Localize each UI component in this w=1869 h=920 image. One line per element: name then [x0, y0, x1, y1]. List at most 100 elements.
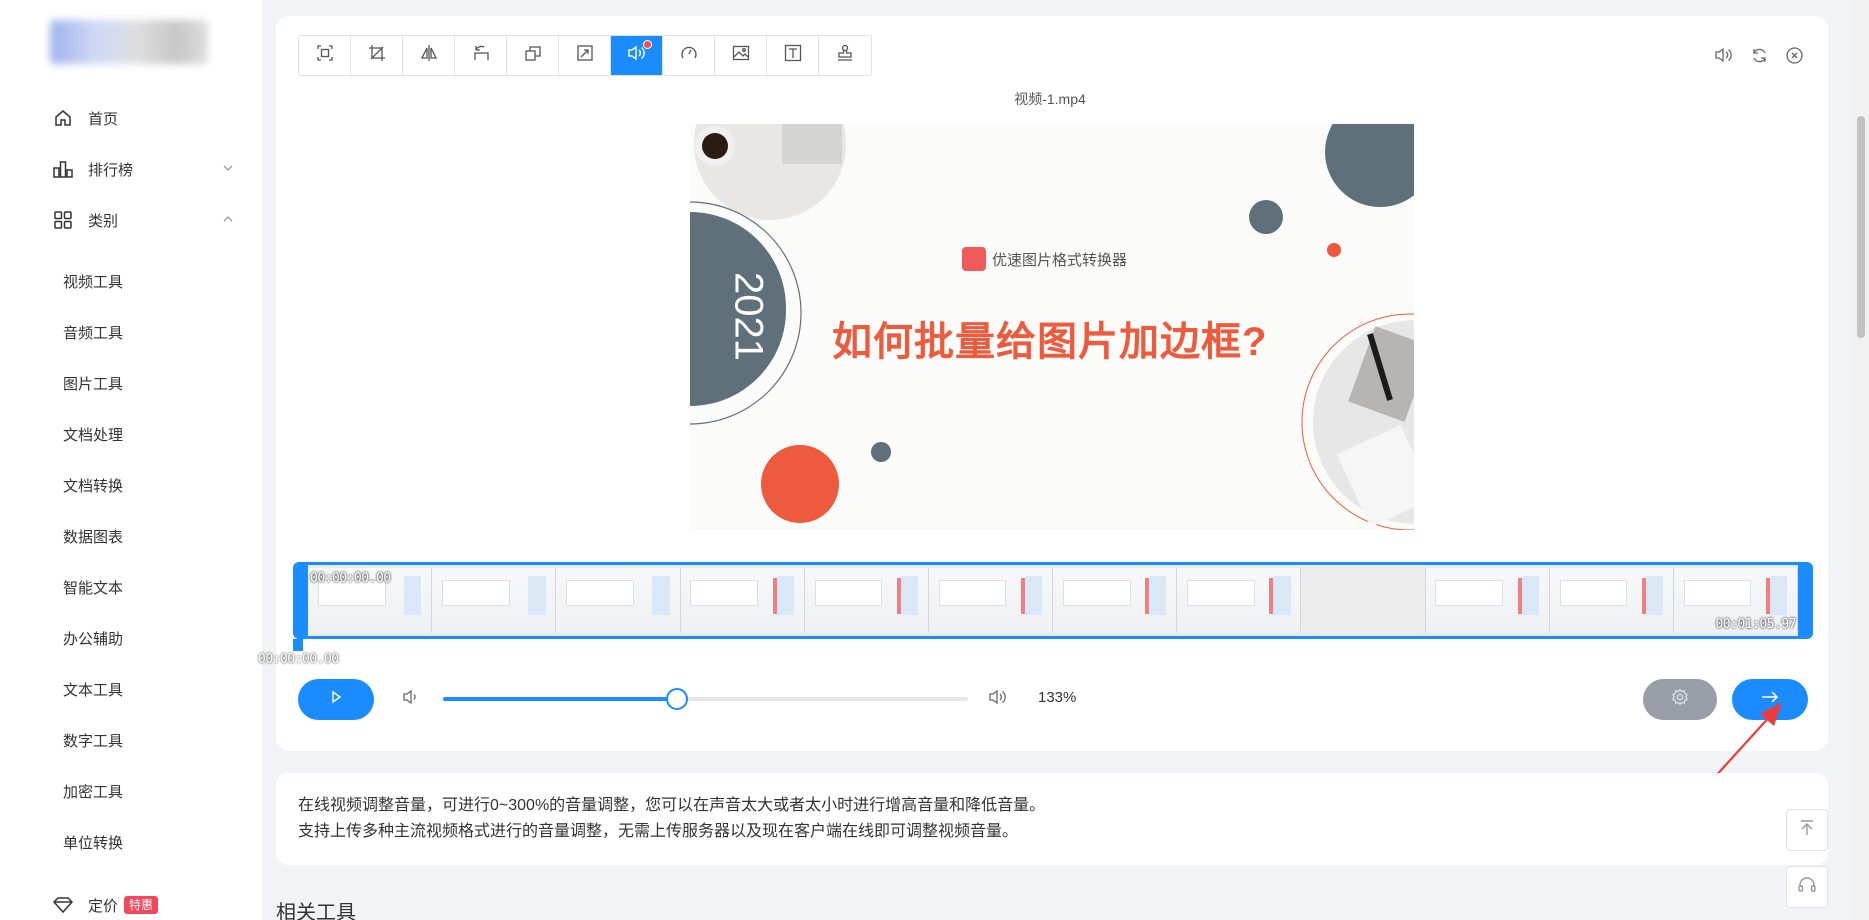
- crop-tool-button[interactable]: [299, 36, 351, 75]
- frame-accent: [1517, 577, 1522, 614]
- nav-pricing-label: 定价: [88, 897, 119, 915]
- refresh-icon[interactable]: [1750, 46, 1768, 64]
- headset-icon: [1797, 875, 1817, 900]
- flip-icon: [420, 44, 438, 67]
- flip-tool-button[interactable]: [403, 36, 455, 75]
- frame-accent: [1641, 577, 1646, 614]
- frame-thumbnail-panel: [776, 575, 794, 615]
- logo[interactable]: [50, 20, 208, 64]
- timeline-start-handle[interactable]: [296, 565, 308, 636]
- video-timeline[interactable]: 00:00:00.00 00:01:05.97: [293, 562, 1813, 639]
- frame-thumbnail-panel: [1521, 575, 1539, 615]
- timeline-end-time: 00:01:05.97: [1715, 617, 1796, 632]
- volume-high-icon[interactable]: [988, 688, 1008, 708]
- nav-ranking-label: 排行榜: [88, 161, 134, 179]
- category-item[interactable]: 文本工具: [63, 679, 123, 700]
- frame-thumbnail: [1435, 579, 1504, 606]
- nav-home-label: 首页: [88, 110, 119, 128]
- frame-thumbnail-panel: [1149, 575, 1167, 615]
- category-item[interactable]: 办公辅助: [63, 628, 123, 649]
- customer-service-button[interactable]: [1786, 866, 1828, 908]
- category-item[interactable]: 数字工具: [63, 730, 123, 751]
- duplicate-tool-button[interactable]: [507, 36, 559, 75]
- play-button[interactable]: [298, 679, 374, 720]
- sale-badge: 特惠: [124, 896, 159, 914]
- chevron-up-icon: [222, 212, 236, 226]
- frame-thumbnail-panel: [1273, 575, 1291, 615]
- category-item[interactable]: 文档转换: [63, 475, 123, 496]
- tool-description: 在线视频调整音量，可进行0~300%的音量调整，您可以在声音太大或者太小时进行增…: [276, 773, 1828, 865]
- frame-thumbnail-panel: [528, 575, 546, 615]
- timeline-frame: [556, 568, 681, 633]
- speed-icon: [680, 44, 698, 67]
- diamond-icon: [52, 894, 74, 916]
- timeline-frame: [680, 568, 805, 633]
- notification-dot: [643, 40, 652, 49]
- frame-accent: [1269, 577, 1274, 614]
- nav-categories-label: 类别: [88, 212, 119, 230]
- resize-tool-button[interactable]: [351, 36, 403, 75]
- timeline-start-time: 00:00:00.00: [310, 571, 391, 586]
- text-tool-button[interactable]: [767, 36, 819, 75]
- speed-tool-button[interactable]: [663, 36, 715, 75]
- category-item[interactable]: 加密工具: [63, 781, 123, 802]
- volume-low-icon[interactable]: [402, 688, 422, 708]
- frame-thumbnail: [1062, 579, 1131, 606]
- nav-pricing[interactable]: 定价 特惠: [52, 893, 159, 917]
- close-circle-icon[interactable]: [1785, 46, 1803, 64]
- volume-slider-fill: [443, 697, 677, 701]
- category-item[interactable]: 智能文本: [63, 577, 123, 598]
- slide-year: 2021: [726, 272, 771, 361]
- category-item[interactable]: 视频工具: [63, 271, 123, 292]
- volume-tool-button[interactable]: [611, 36, 663, 75]
- image-tool-button[interactable]: [715, 36, 767, 75]
- scale-tool-button[interactable]: [559, 36, 611, 75]
- timeline-frame: [1425, 568, 1550, 633]
- editor-toolbar: [298, 35, 872, 76]
- file-name: 视频-1.mp4: [1014, 91, 1086, 107]
- timeline-frame: [432, 568, 557, 633]
- playhead[interactable]: [293, 639, 303, 651]
- timeline-frame: [1053, 568, 1178, 633]
- timeline-frame: [804, 568, 929, 633]
- volume-slider[interactable]: [443, 688, 968, 710]
- back-to-top-button[interactable]: [1786, 809, 1828, 851]
- volume-icon[interactable]: [1715, 46, 1733, 64]
- nav-ranking[interactable]: 排行榜: [52, 157, 233, 181]
- timeline-frame: [1549, 568, 1674, 633]
- duplicate-icon: [524, 44, 542, 67]
- category-item[interactable]: 数据图表: [63, 526, 123, 547]
- frame-thumbnail-panel: [1769, 575, 1788, 615]
- timeline-frame: [1301, 568, 1426, 633]
- back-to-top-icon: [1798, 819, 1816, 842]
- frame-accent: [772, 577, 777, 614]
- scrollbar-thumb[interactable]: [1857, 116, 1865, 338]
- crop-icon: [316, 44, 334, 67]
- description-line-1: 在线视频调整音量，可进行0~300%的音量调整，您可以在声音太大或者太小时进行增…: [298, 797, 1046, 814]
- rotate-tool-button[interactable]: [455, 36, 507, 75]
- frame-thumbnail-panel: [1645, 575, 1664, 615]
- slide-brand-name: 优速图片格式转换器: [992, 251, 1128, 269]
- category-item[interactable]: 图片工具: [63, 373, 123, 394]
- nav-categories[interactable]: 类别: [52, 208, 233, 232]
- nav-home[interactable]: 首页: [52, 106, 118, 130]
- resize-icon: [368, 44, 386, 67]
- volume-slider-knob[interactable]: [665, 688, 688, 710]
- category-item[interactable]: 文档处理: [63, 424, 123, 445]
- page-scrollbar[interactable]: [1853, 0, 1869, 920]
- category-item[interactable]: 音频工具: [63, 322, 123, 343]
- frame-thumbnail-panel: [652, 575, 670, 615]
- frame-accent: [1765, 577, 1770, 614]
- frame-accent: [1145, 577, 1150, 614]
- frame-thumbnail-panel: [900, 575, 919, 615]
- play-icon: [329, 690, 343, 709]
- frame-thumbnail: [1559, 579, 1628, 606]
- timeline-end-handle[interactable]: [1798, 565, 1810, 636]
- category-item[interactable]: 单位转换: [63, 832, 123, 853]
- video-preview[interactable]: 2021 优速图片格式转换器 如何批量给图片加边框?: [690, 124, 1414, 530]
- frame-thumbnail-panel: [404, 575, 422, 615]
- current-time: 00:00:00.00: [258, 652, 339, 667]
- stamp-tool-button[interactable]: [819, 36, 871, 75]
- rotate-icon: [472, 44, 490, 67]
- volume-percent: 133%: [1038, 689, 1077, 706]
